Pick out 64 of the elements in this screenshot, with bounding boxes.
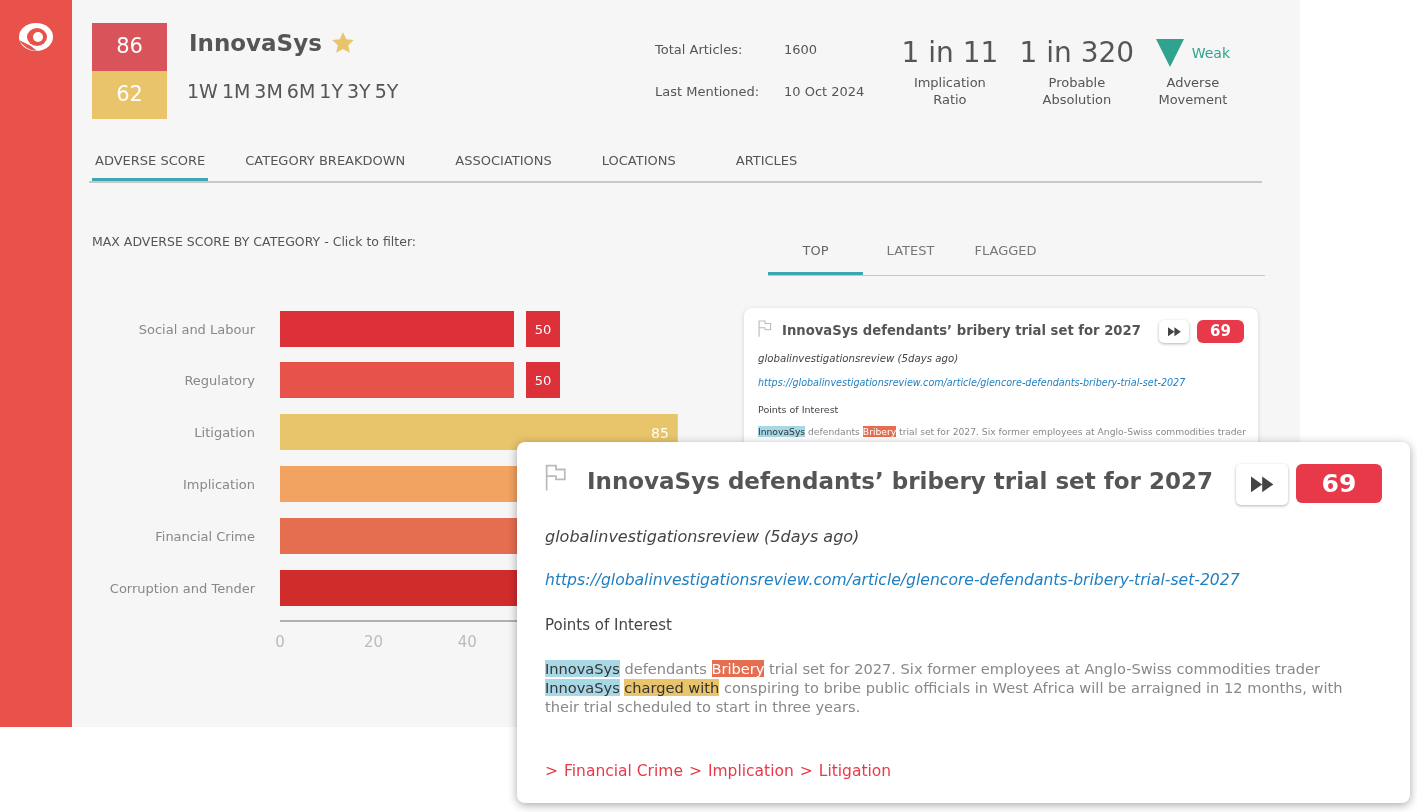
- fast-forward-icon: [1167, 326, 1181, 337]
- value-label: 85: [650, 425, 669, 442]
- breadcrumb-separator: >: [545, 761, 558, 783]
- breadcrumb-separator: >: [799, 761, 813, 783]
- breadcrumb-link[interactable]: Litigation: [818, 760, 892, 784]
- axis-tick-label: 0: [275, 633, 285, 652]
- period-button[interactable]: 1W: [185, 77, 220, 106]
- article-excerpt: InnovaSys defendants Bribery trial set for 2027. Six former employees at Anglo-Swiss commodities trader InnovaSys charged with conspiring to bribe public officials in West Africa will be arraigned in 12 months, with their trial scheduled to start in three years.: [545, 659, 1344, 717]
- value-label: 50: [526, 362, 560, 399]
- breadcrumb-link[interactable]: Financial Crime: [564, 760, 683, 784]
- article-title[interactable]: InnovaSys defendants’ bribery trial set for 2027: [782, 321, 1160, 341]
- stat-label: Last Mentioned:: [655, 82, 761, 101]
- score-box: 62: [92, 71, 167, 119]
- article-title[interactable]: InnovaSys defendants’ bribery trial set for 2027: [587, 464, 1237, 499]
- entity-name: InnovaSys: [189, 28, 322, 58]
- period-button[interactable]: 5Y: [372, 77, 401, 106]
- flag-icon[interactable]: [545, 464, 567, 492]
- tab[interactable]: CATEGORY BREAKDOWN: [242, 151, 409, 181]
- axis-tick-label: 40: [457, 633, 477, 652]
- period-button[interactable]: 3Y: [345, 77, 373, 106]
- stat-value: 1600: [784, 41, 818, 59]
- article-link[interactable]: https://globalinvestigationsreview.com/article/glencore-defendants-bribery-trial-set-2027: [758, 376, 1186, 391]
- breadcrumb-link[interactable]: Implication: [707, 760, 794, 784]
- period-button[interactable]: 1M: [219, 77, 253, 106]
- value-label: 50: [526, 311, 560, 348]
- section-heading: Points of Interest: [758, 403, 840, 418]
- breadcrumb-separator: >: [688, 761, 702, 783]
- section-heading: Points of Interest: [545, 615, 673, 636]
- metric-value: 1 in 11: [901, 39, 999, 67]
- logo-icon: [17, 20, 55, 54]
- article-link[interactable]: https://globalinvestigationsreview.com/article/glencore-defendants-bribery-trial-set-2027: [545, 568, 1240, 592]
- trend-label: Weak: [1191, 43, 1231, 63]
- score-badge: 69: [1197, 320, 1244, 343]
- tab[interactable]: ARTICLES: [732, 151, 801, 181]
- tab[interactable]: ASSOCIATIONS: [452, 151, 555, 181]
- fast-forward-button[interactable]: [1159, 320, 1189, 344]
- tab[interactable]: LOCATIONS: [598, 151, 679, 181]
- metric-caption: Implication Ratio: [912, 75, 987, 109]
- article-excerpt: InnovaSys defendants Bribery trial set for 2027. Six former employees at Anglo-Swiss commodities trader: [758, 425, 1244, 437]
- article-source: globalinvestigationsreview (5days ago): [758, 352, 960, 367]
- fast-forward-icon: [1250, 475, 1274, 493]
- chart-title: MAX ADVERSE SCORE BY CATEGORY - Click to filter:: [92, 232, 418, 251]
- bar[interactable]: [280, 414, 678, 451]
- bar[interactable]: [280, 311, 514, 348]
- fast-forward-button[interactable]: [1236, 464, 1288, 505]
- tab[interactable]: ADVERSE SCORE: [92, 151, 209, 181]
- period-button[interactable]: 3M: [252, 77, 285, 106]
- score-box: 86: [92, 23, 167, 71]
- metric-caption: Adverse Movement: [1157, 75, 1229, 109]
- flag-icon[interactable]: [758, 320, 772, 338]
- tab[interactable]: TOP: [768, 240, 863, 275]
- stat-value: 10 Oct 2024: [784, 82, 865, 101]
- period-button[interactable]: 6M: [284, 77, 318, 106]
- tab[interactable]: FLAGGED: [958, 240, 1053, 275]
- period-button[interactable]: 1Y: [317, 77, 346, 106]
- axis-tick-label: 20: [364, 633, 384, 652]
- stat-label: Total Articles:: [655, 41, 744, 59]
- metric-value: 1 in 320: [1019, 39, 1135, 67]
- score-badge: 69: [1296, 464, 1382, 503]
- down-triangle-icon: [1155, 39, 1184, 67]
- tab[interactable]: LATEST: [863, 240, 958, 275]
- bar[interactable]: [280, 362, 514, 399]
- metric-caption: Probable Absolution: [1041, 75, 1113, 109]
- article-source: globalinvestigationsreview (5days ago): [545, 525, 861, 548]
